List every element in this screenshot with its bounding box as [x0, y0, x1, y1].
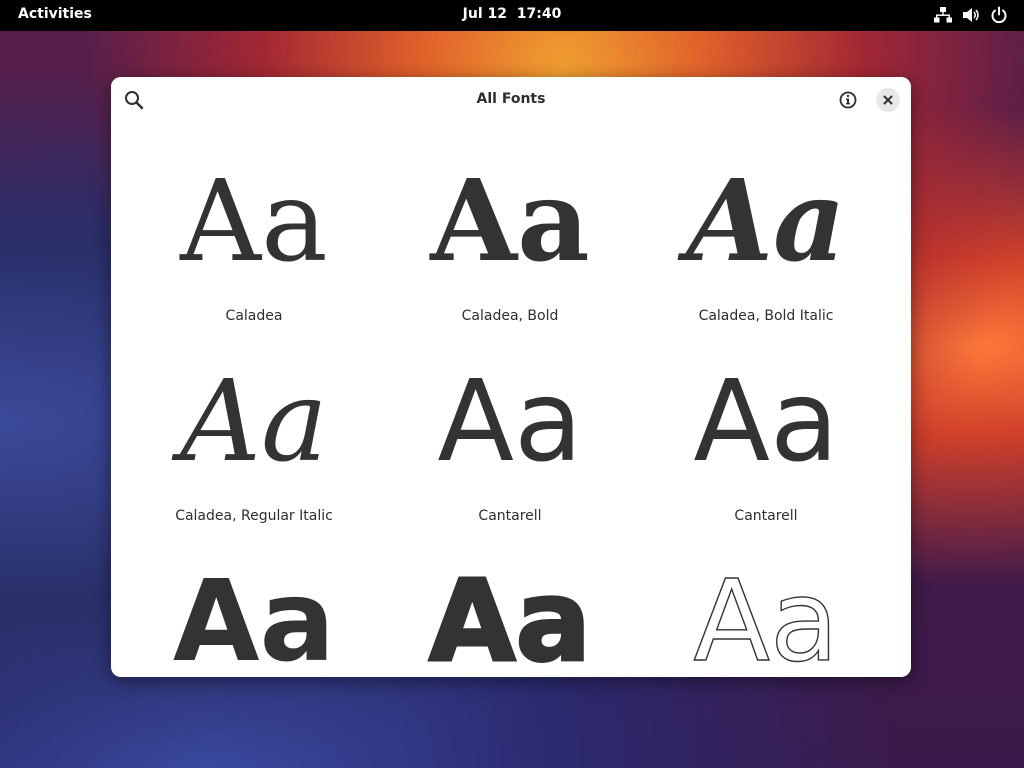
font-sample: Aa [172, 557, 336, 677]
volume-icon[interactable] [962, 6, 980, 24]
close-button[interactable] [876, 88, 900, 112]
system-status-area[interactable] [934, 6, 1008, 24]
font-name: Caladea [225, 308, 283, 324]
window-title: All Fonts [476, 91, 546, 107]
font-tile-caladea-regular-italic[interactable]: Aa Caladea, Regular Italic [126, 362, 382, 562]
font-sample: Aa [693, 357, 839, 487]
font-sample: Aa [693, 557, 840, 677]
font-grid: Aa Caladea Aa Caladea, Bold Aa Caladea, … [126, 162, 896, 678]
font-sample: Aa [430, 156, 590, 287]
font-tile-cantarell[interactable]: Aa Cantarell [382, 362, 638, 562]
font-sample: Aa [427, 557, 592, 678]
font-tile-caladea-bold[interactable]: Aa Caladea, Bold [382, 162, 638, 362]
font-sample: Aa [180, 157, 328, 287]
font-name: Caladea, Regular Italic [175, 508, 333, 524]
header-bar: All Fonts [111, 77, 911, 123]
font-tile[interactable]: Aa [126, 562, 382, 677]
font-name: Caladea, Bold Italic [698, 308, 834, 324]
font-name: Caladea, Bold [461, 308, 559, 324]
font-tile[interactable]: Aa [382, 557, 638, 678]
font-sample: Aa [686, 156, 846, 287]
network-icon[interactable] [934, 6, 952, 24]
fonts-window: All Fonts Aa Caladea Aa Caladea, Bold Aa… [111, 77, 911, 677]
clock-date: Jul 12 [462, 6, 507, 22]
power-icon[interactable] [990, 6, 1008, 24]
font-name: Cantarell [478, 508, 542, 524]
font-tile-caladea[interactable]: Aa Caladea [126, 162, 382, 362]
font-tile-caladea-bold-italic[interactable]: Aa Caladea, Bold Italic [638, 162, 894, 362]
font-sample: Aa [180, 357, 328, 487]
close-icon [883, 95, 893, 105]
info-icon[interactable] [837, 89, 859, 111]
clock[interactable]: Jul 12 17:40 [0, 6, 1024, 22]
font-name: Cantarell [734, 508, 798, 524]
font-tile[interactable]: Aa [638, 557, 894, 677]
font-sample: Aa [437, 357, 583, 487]
clock-time: 17:40 [516, 6, 562, 22]
top-bar: Activities Jul 12 17:40 [0, 0, 1024, 31]
font-tile-cantarell[interactable]: Aa Cantarell [638, 362, 894, 562]
